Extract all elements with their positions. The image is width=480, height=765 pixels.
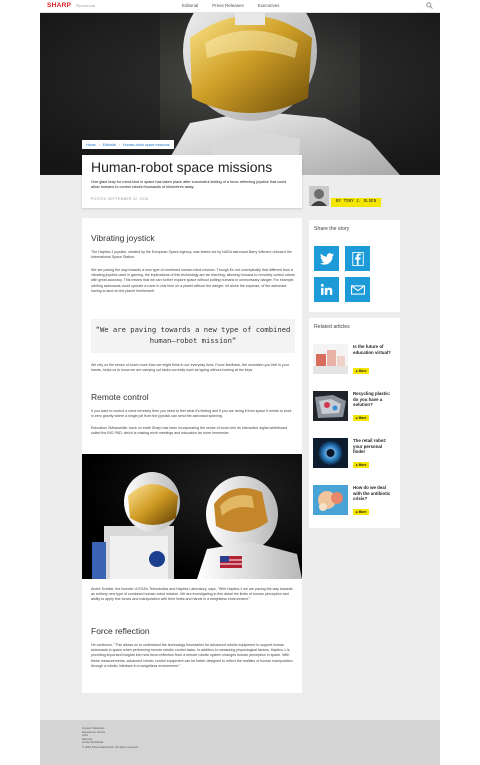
paragraph: The Haptics-1 joystick, created by the E… (91, 250, 292, 260)
related-item-title[interactable]: Is the future of education virtual? (353, 344, 395, 355)
nav-item-editorial[interactable]: Editorial (182, 3, 198, 8)
breadcrumb-separator: › (118, 142, 120, 147)
breadcrumb-separator: › (98, 142, 100, 147)
article-body: Vibrating joystick The Haptics-1 joystic… (82, 218, 302, 693)
astronaut-robot-image (82, 454, 302, 579)
section-heading-vibrating-joystick: Vibrating joystick (91, 233, 155, 243)
newsroom-label: Newsroom (76, 3, 96, 8)
paragraph: We rely on the sense of touch more than … (91, 363, 289, 373)
author-avatar (309, 186, 329, 206)
share-title: Share the story (314, 226, 350, 232)
related-item-title[interactable]: How do we deal with the antibiotic crisi… (353, 485, 395, 502)
facebook-icon (351, 251, 364, 266)
sharp-logo[interactable]: SHARP (47, 2, 71, 9)
section-heading-remote-control: Remote control (91, 392, 149, 402)
nav-item-executives[interactable]: Executives (258, 3, 280, 8)
share-card: Share the story (309, 220, 400, 312)
title-card: Human-robot space missions One giant lea… (82, 155, 302, 208)
paragraph: We are paving the way towards a new type… (91, 268, 295, 293)
linkedin-icon (320, 283, 333, 295)
related-item[interactable]: Is the future of education virtual? ▸ Mo… (313, 344, 395, 376)
more-button[interactable]: ▸ More (353, 415, 370, 421)
nav-item-press-releases[interactable]: Press Releases (212, 3, 244, 8)
twitter-share-button[interactable] (314, 246, 339, 271)
search-icon[interactable] (426, 2, 433, 9)
related-thumbnail (313, 485, 348, 515)
linkedin-share-button[interactable] (314, 277, 339, 302)
related-thumbnail (313, 438, 348, 468)
main-nav: Editorial Press Releases Executives (182, 3, 280, 8)
more-button[interactable]: ▸ More (353, 368, 370, 374)
breadcrumb: Home › Editorial › Human-robot space mis… (82, 140, 174, 149)
related-thumbnail (313, 344, 348, 374)
page-title: Human-robot space missions (91, 159, 273, 175)
related-title: Related articles (314, 324, 350, 330)
top-bar: SHARP Newsroom Editorial Press Releases … (40, 0, 440, 13)
footer: Investor Relations Experience Centre Job… (40, 720, 440, 765)
related-item-title[interactable]: The retail robot: your personal finder (353, 438, 395, 455)
paragraph: If you want to control a robot remotely … (91, 409, 292, 419)
copyright: © 2016 Sharp Electronics. All rights res… (82, 744, 139, 749)
breadcrumb-current[interactable]: Human-robot space missions (123, 143, 170, 147)
posted-date: POSTED SEPTEMBER 22, 2015 (91, 197, 149, 201)
email-icon (350, 284, 365, 295)
pull-quote: “We are paving towards a new type of com… (91, 319, 295, 353)
related-item-title[interactable]: Recycling plastic: do you have a solutio… (353, 391, 395, 408)
paragraph: He continues, "This allows us to underst… (91, 643, 293, 668)
breadcrumb-editorial[interactable]: Editorial (103, 143, 116, 147)
breadcrumb-home[interactable]: Home (86, 143, 96, 147)
author-name[interactable]: BY TONY J. OLSEN (331, 198, 382, 207)
footer-links: Investor Relations Experience Centre Job… (82, 726, 139, 750)
email-share-button[interactable] (345, 277, 370, 302)
related-item[interactable]: The retail robot: your personal finder ▸… (313, 438, 395, 470)
hero-image (40, 13, 440, 175)
section-heading-force-reflection: Force reflection (91, 626, 150, 636)
more-button[interactable]: ▸ More (353, 462, 370, 468)
paragraph: André Schiele, the founder of ESA's Tele… (91, 587, 293, 602)
twitter-icon (319, 252, 334, 265)
facebook-share-button[interactable] (345, 246, 370, 271)
related-thumbnail (313, 391, 348, 421)
related-articles-card: Related articles Is the future of educat… (309, 318, 400, 528)
paragraph: Education 2Meanwhile, back on earth Shar… (91, 426, 288, 436)
more-button[interactable]: ▸ More (353, 509, 370, 515)
related-item[interactable]: How do we deal with the antibiotic crisi… (313, 485, 395, 517)
article-intro: One giant leap for robot-kind in space h… (91, 180, 287, 190)
related-item[interactable]: Recycling plastic: do you have a solutio… (313, 391, 395, 423)
